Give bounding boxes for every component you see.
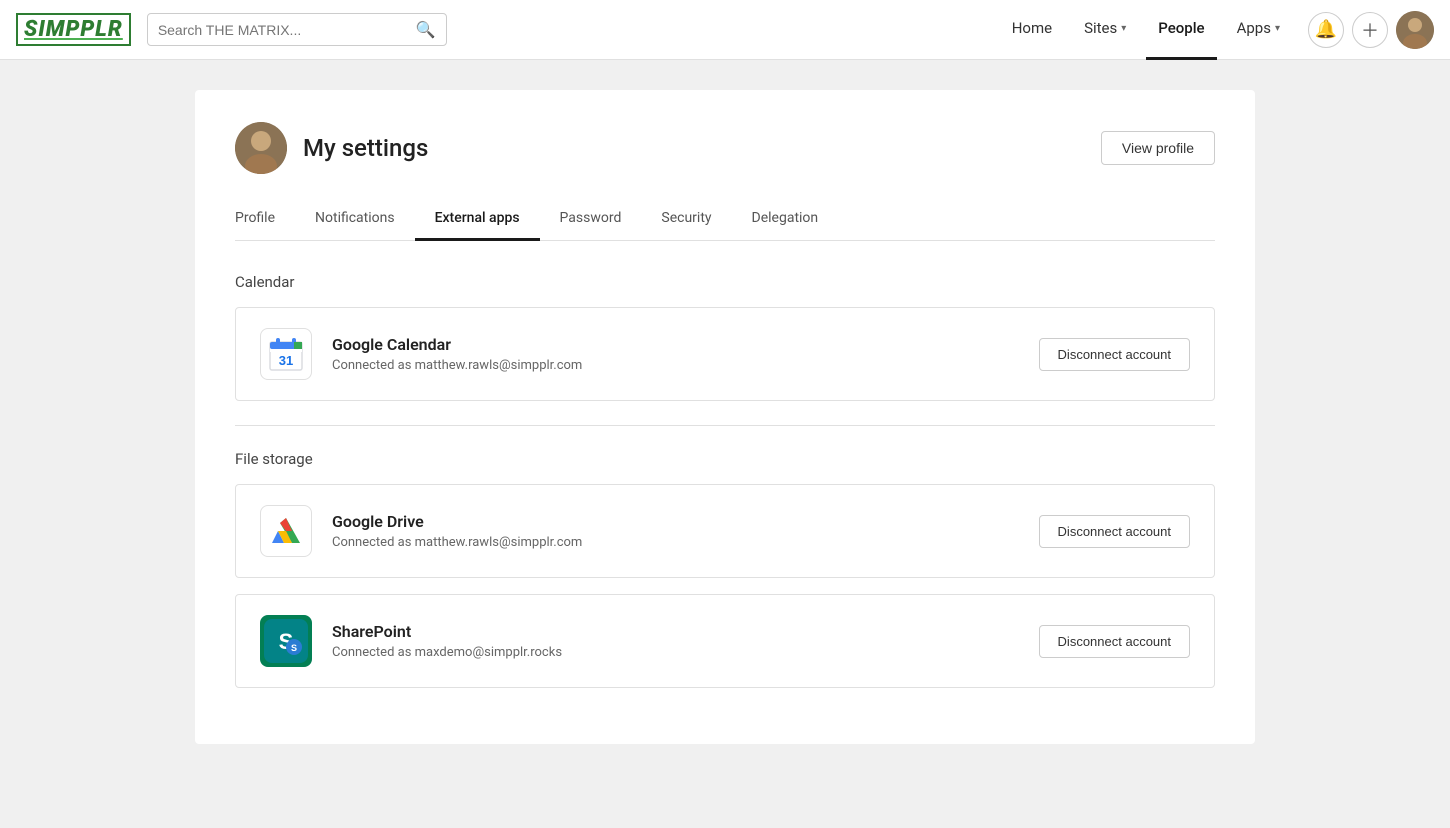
chevron-down-icon: ▾ (1275, 23, 1280, 34)
chevron-down-icon: ▾ (1121, 23, 1126, 34)
calendar-section-label: Calendar (235, 273, 1215, 291)
section-divider (235, 425, 1215, 426)
google-calendar-icon: 31 (260, 328, 312, 380)
settings-header: My settings View profile (235, 122, 1215, 174)
calendar-section: Calendar 31 (235, 273, 1215, 401)
logo[interactable]: SIMPPLR (16, 13, 131, 46)
google-calendar-connected: Connected as matthew.rawls@simpplr.com (332, 358, 1039, 373)
google-drive-name: Google Drive (332, 512, 1039, 531)
nav-sites[interactable]: Sites ▾ (1072, 0, 1138, 60)
add-button[interactable]: ＋ (1352, 12, 1388, 48)
user-avatar (235, 122, 287, 174)
nav-apps[interactable]: Apps ▾ (1225, 0, 1292, 60)
google-drive-info: Google Drive Connected as matthew.rawls@… (332, 512, 1039, 550)
main-content: My settings View profile Profile Notific… (0, 60, 1450, 774)
google-drive-disconnect-button[interactable]: Disconnect account (1039, 515, 1190, 548)
nav-links: Home Sites ▾ People Apps ▾ (1000, 0, 1292, 60)
nav-home[interactable]: Home (1000, 0, 1064, 60)
svg-text:S: S (291, 643, 297, 653)
file-storage-section-label: File storage (235, 450, 1215, 468)
tab-security[interactable]: Security (641, 198, 731, 241)
google-drive-connected: Connected as matthew.rawls@simpplr.com (332, 535, 1039, 550)
page-title: My settings (303, 134, 428, 162)
file-storage-section: File storage (235, 450, 1215, 688)
nav-people[interactable]: People (1146, 0, 1216, 60)
notifications-button[interactable]: 🔔 (1308, 12, 1344, 48)
sharepoint-connected: Connected as maxdemo@simpplr.rocks (332, 645, 1039, 660)
tab-password[interactable]: Password (540, 198, 642, 241)
google-drive-icon (260, 505, 312, 557)
tab-notifications[interactable]: Notifications (295, 198, 415, 241)
avatar-image (1396, 11, 1434, 49)
nav-actions: 🔔 ＋ (1308, 11, 1434, 49)
google-calendar-info: Google Calendar Connected as matthew.raw… (332, 335, 1039, 373)
google-drive-card: Google Drive Connected as matthew.rawls@… (235, 484, 1215, 578)
sharepoint-name: SharePoint (332, 622, 1039, 641)
sharepoint-card: S S SharePoint Connected as maxdemo@simp… (235, 594, 1215, 688)
search-bar: 🔍 (147, 13, 447, 46)
tabs: Profile Notifications External apps Pass… (235, 198, 1215, 241)
svg-text:31: 31 (279, 353, 293, 368)
tab-delegation[interactable]: Delegation (732, 198, 839, 241)
tab-external-apps[interactable]: External apps (415, 198, 540, 241)
google-calendar-name: Google Calendar (332, 335, 1039, 354)
sharepoint-info: SharePoint Connected as maxdemo@simpplr.… (332, 622, 1039, 660)
sharepoint-disconnect-button[interactable]: Disconnect account (1039, 625, 1190, 658)
tab-profile[interactable]: Profile (235, 198, 295, 241)
user-avatar-nav[interactable] (1396, 11, 1434, 49)
sharepoint-icon: S S (260, 615, 312, 667)
search-icon: 🔍 (416, 20, 436, 39)
view-profile-button[interactable]: View profile (1101, 131, 1215, 165)
google-calendar-card: 31 Google Calendar Connected as matthew.… (235, 307, 1215, 401)
search-input[interactable] (158, 22, 416, 38)
google-calendar-disconnect-button[interactable]: Disconnect account (1039, 338, 1190, 371)
navbar: SIMPPLR 🔍 Home Sites ▾ People Apps ▾ 🔔 ＋ (0, 0, 1450, 60)
settings-panel: My settings View profile Profile Notific… (195, 90, 1255, 744)
settings-title-row: My settings (235, 122, 428, 174)
